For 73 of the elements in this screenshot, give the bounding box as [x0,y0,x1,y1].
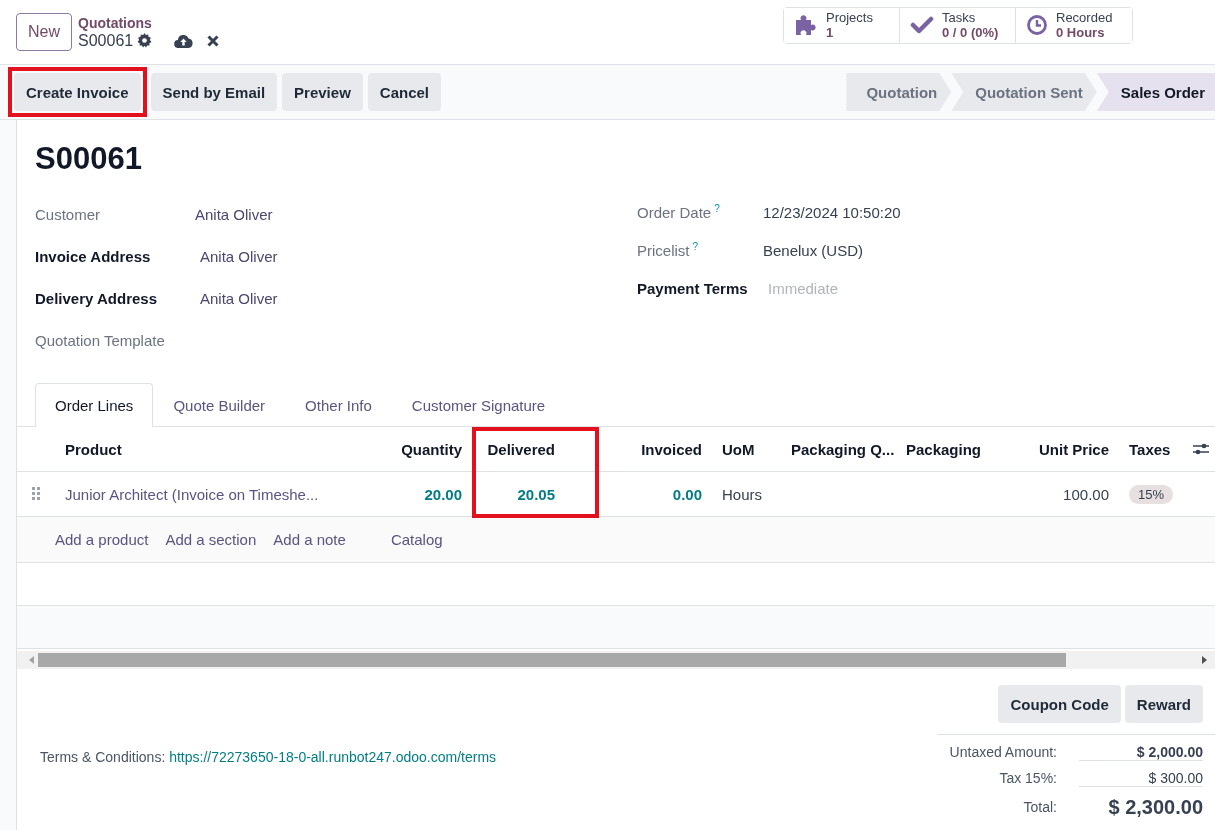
footer-button[interactable]: Reward [1124,685,1203,723]
table-cell: 0.00 [672,485,702,503]
field-label: Invoice Address [35,247,152,265]
status-stage[interactable]: Quotation Sent [951,73,1097,111]
tab[interactable]: Order Lines [35,383,154,427]
terms-text: Terms & Conditions: https://72273650-18-0-all.runbot247.odoo.com/terms [40,749,497,767]
settings-sliders-icon[interactable] [1193,442,1209,456]
field-label: Order Date $^{?}$ [637,203,721,221]
column-header[interactable]: UoM [712,427,781,472]
total-label: Untaxed Amount: [948,744,1058,760]
table-cell: 20.05 [517,485,555,503]
smart-button-label: Recorded [1056,10,1113,25]
add-line-link[interactable]: Add a product [55,531,149,548]
tab[interactable]: Quote Builder [153,383,286,427]
total-value: $ 300.00 [1079,769,1203,787]
smart-button-value: 0 / 0 (0%) [942,25,999,40]
field-label: Payment Terms [637,279,749,297]
action-button[interactable]: Preview [282,73,363,111]
table-cell: 20.00 [424,485,462,503]
tab[interactable]: Customer Signature [391,383,566,427]
table-cell: Hours [722,485,762,503]
action-button[interactable]: Send by Email [150,73,278,111]
smart-button-value: 1 [826,25,835,40]
field-label: Customer [35,205,102,223]
cloud-upload-icon[interactable] [174,33,194,48]
field-value[interactable]: Anita Oliver [195,205,273,223]
action-button[interactable]: Create Invoice [14,73,141,111]
smart-button-label: Projects [826,10,873,25]
column-header[interactable]: Unit Price [1001,427,1119,472]
column-header[interactable]: Product [55,427,351,472]
new-button[interactable]: New [16,13,72,51]
status-stage[interactable]: Sales Order [1096,73,1215,111]
record-title: S00061 [34,140,143,172]
column-header[interactable]: Quantity [351,427,472,472]
total-value: $ 2,000.00 [1079,743,1203,761]
tax-tag: 15% [1129,484,1174,504]
field-value[interactable]: 12/23/2024 10:50:20 [763,203,901,221]
smart-button-value: 0 Hours [1056,25,1106,40]
record-name: S00061 [78,32,134,49]
status-stage[interactable]: Quotation [846,73,952,111]
horizontal-scrollbar[interactable] [17,651,1215,669]
field-value[interactable]: Benelux (USD) [763,241,864,259]
breadcrumb-link[interactable]: Quotations [78,15,220,32]
action-button[interactable]: Cancel [367,73,441,111]
column-header[interactable]: Packaging [896,427,1001,472]
tab[interactable]: Other Info [285,383,392,427]
column-header[interactable]: Taxes [1119,427,1186,472]
terms-link[interactable]: https://72273650-18-0-all.runbot247.odoo.com/terms [169,749,497,765]
field-value[interactable]: Anita Oliver [200,289,278,307]
add-line-link[interactable]: Add a section [165,531,257,548]
add-line-link[interactable]: Add a note [273,531,346,548]
smart-button-label: Tasks [942,10,977,25]
checkmark-icon [910,16,934,34]
column-header[interactable]: Delivered [472,427,599,472]
add-line-link[interactable]: Catalog [390,531,443,548]
table-cell: 100.00 [1063,485,1109,503]
product-link[interactable]: Junior Architect (Invoice on Timeshe... [65,485,319,503]
column-header[interactable]: Packaging Q... [781,427,896,472]
field-label: Pricelist $^{?}$ [637,241,700,259]
total-label: Tax 15%: [998,770,1058,786]
close-icon[interactable] [207,34,220,47]
column-header[interactable]: Invoiced [599,427,712,472]
field-label: Delivery Address [35,289,158,307]
field-label: Quotation Template [35,331,166,349]
clock-icon [1026,14,1048,36]
settings-icon[interactable] [137,33,153,48]
smart-button[interactable]: Projects 1 [784,7,900,43]
total-label: Total: [1022,799,1058,815]
puzzle-icon [794,14,818,36]
drag-handle-icon[interactable] [32,487,40,501]
field-value[interactable]: Anita Oliver [200,247,278,265]
footer-button[interactable]: Coupon Code [998,685,1121,723]
total-value: $ 2,300.00 [1107,795,1203,819]
